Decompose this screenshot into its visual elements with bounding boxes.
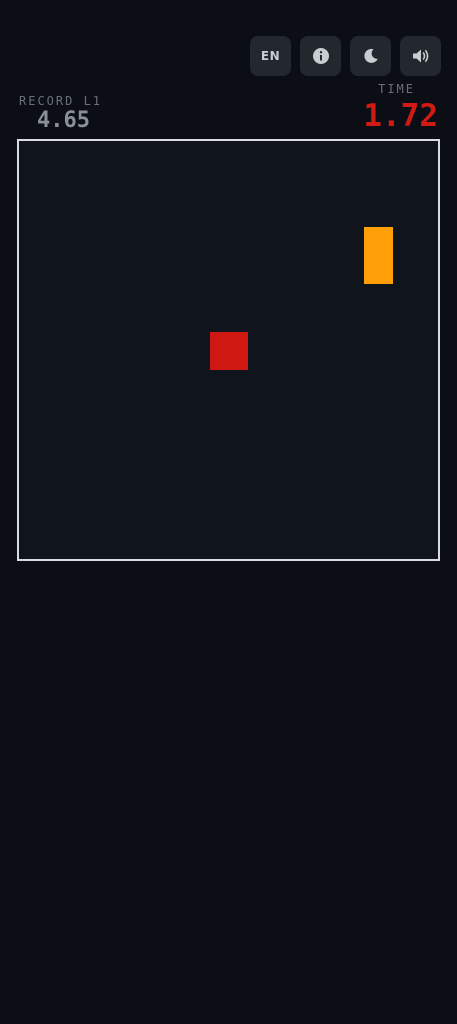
language-button[interactable]: EN (250, 36, 291, 76)
info-icon (312, 47, 330, 65)
time-value: 1.72 (363, 98, 438, 134)
record-label: RECORD L1 (19, 94, 103, 108)
moon-icon (362, 47, 380, 65)
speaker-icon (411, 47, 431, 65)
player-square[interactable] (210, 332, 248, 370)
time-label: TIME (378, 82, 415, 96)
record-value: 4.65 (37, 108, 90, 133)
toolbar: EN (250, 36, 441, 76)
sound-toggle-button[interactable] (400, 36, 441, 76)
game-screen: EN RECORD L1 4.65 TIME 1.72 (0, 0, 457, 1024)
theme-toggle-button[interactable] (350, 36, 391, 76)
enemy-block (364, 227, 393, 284)
info-button[interactable] (300, 36, 341, 76)
language-label: EN (260, 49, 281, 63)
game-arena[interactable] (17, 139, 440, 561)
